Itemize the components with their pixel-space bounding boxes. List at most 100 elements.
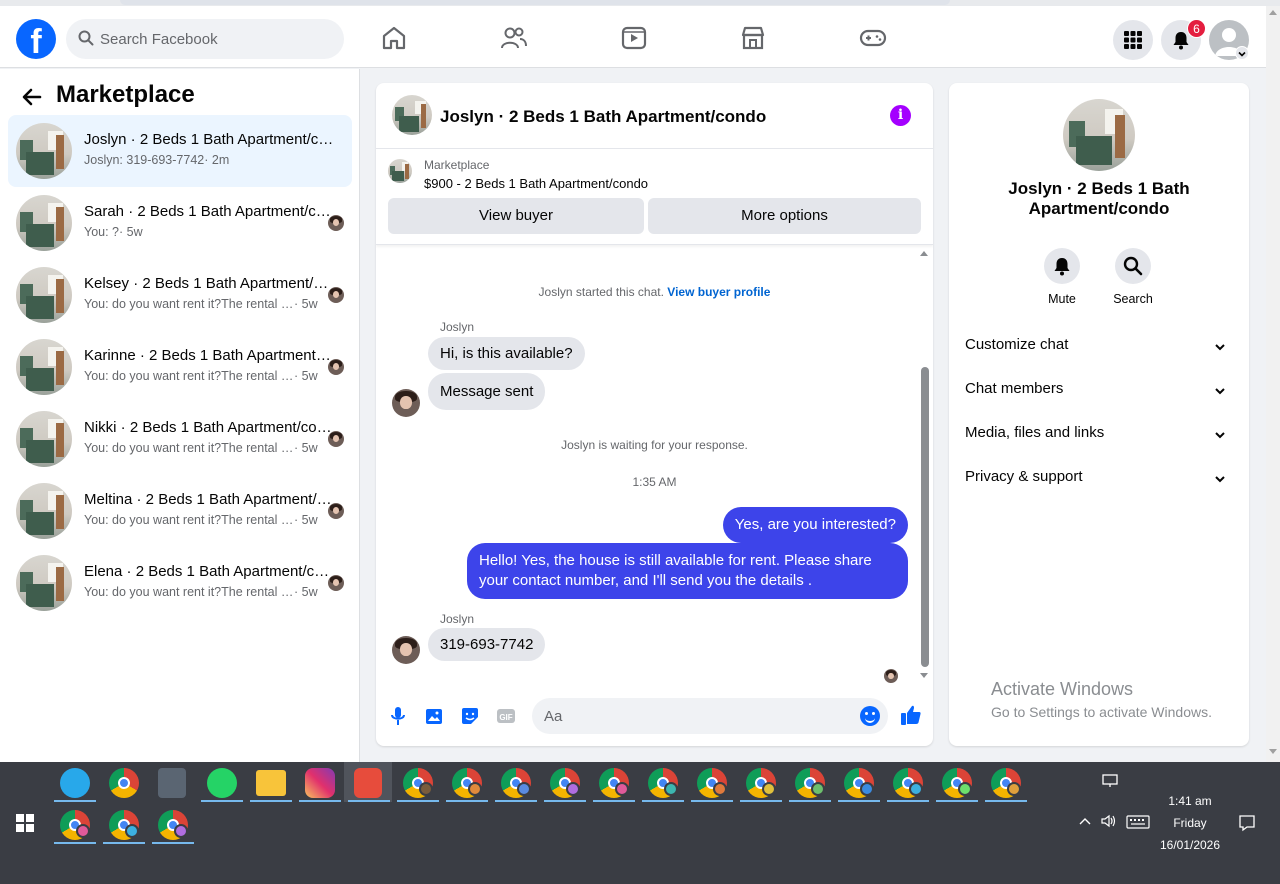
chat-scroll-thumb[interactable] [921, 367, 929, 667]
details-section-row[interactable]: Customize chat [965, 336, 1233, 364]
account-chevron-icon[interactable] [1235, 46, 1249, 60]
details-title: Joslyn · 2 Beds 1 Bath Apartment/condo [1008, 179, 1190, 218]
conversation-item[interactable]: Kelsey · 2 Beds 1 Bath Apartment/condo Yo… [8, 259, 352, 331]
snipping-tool-icon[interactable] [354, 768, 382, 798]
message-thread: Joslyn started this chat. View buyer pro… [376, 245, 933, 685]
chrome-profile-icon[interactable] [942, 768, 972, 798]
sender-avatar[interactable] [392, 389, 420, 417]
running-indicator [397, 800, 439, 802]
view-buyer-profile-link[interactable]: View buyer profile [667, 285, 770, 299]
listing-price[interactable]: $900 - 2 Beds 1 Bath Apartment/condo [424, 176, 648, 191]
chrome-profile-icon[interactable] [403, 768, 433, 798]
outgoing-message[interactable]: Hello! Yes, the house is still available… [467, 543, 908, 599]
mute-action[interactable]: Mute [1027, 248, 1097, 306]
video-icon[interactable] [620, 24, 648, 52]
gif-icon[interactable]: GIF [495, 705, 517, 727]
chrome-profile-icon[interactable] [697, 768, 727, 798]
search-action[interactable]: Search [1098, 248, 1168, 306]
sender-avatar[interactable] [392, 636, 420, 664]
chat-scroll-down-arrow[interactable] [920, 673, 928, 678]
file-explorer-icon[interactable] [256, 770, 286, 796]
keyboard-icon[interactable] [1126, 815, 1150, 829]
menu-button[interactable] [1113, 20, 1153, 60]
clock-date[interactable]: 16/01/2026 [1150, 838, 1230, 852]
snippet-text: You: ? [84, 225, 119, 239]
incoming-message[interactable]: Hi, is this available? [428, 337, 585, 370]
emoji-icon[interactable] [860, 706, 880, 726]
running-indicator [201, 800, 243, 802]
snippet-time: · 2m [204, 153, 230, 167]
details-section-row[interactable]: Media, files and links [965, 424, 1233, 452]
search-input[interactable] [100, 19, 330, 59]
conversation-item[interactable]: Elena · 2 Beds 1 Bath Apartment/condo You… [8, 547, 352, 619]
incoming-message[interactable]: 319-693-7742 [428, 628, 546, 661]
chrome-icon[interactable] [109, 768, 139, 798]
chrome-profile-icon[interactable] [795, 768, 825, 798]
windows-start-icon[interactable] [16, 814, 34, 832]
incoming-message[interactable]: Message sent [428, 373, 546, 410]
friends-icon[interactable] [500, 24, 528, 52]
network-icon[interactable] [1102, 774, 1118, 788]
clock-day[interactable]: Friday [1150, 816, 1230, 830]
chrome-profile-icon[interactable] [844, 768, 874, 798]
details-section-row[interactable]: Privacy & support [965, 468, 1233, 496]
conversation-item[interactable]: Joslyn · 2 Beds 1 Bath Apartment/condo Jo… [8, 115, 352, 187]
conversation-item[interactable]: Sarah · 2 Beds 1 Bath Apartment/condo You… [8, 187, 352, 259]
chrome-profile-icon[interactable] [893, 768, 923, 798]
conversation-snippet: You: do you want rent it?The rental is a… [84, 369, 340, 383]
home-icon[interactable] [380, 24, 408, 52]
photo-icon[interactable] [423, 705, 445, 727]
listing-large-thumbnail[interactable] [1063, 99, 1135, 171]
volume-icon[interactable] [1100, 814, 1118, 828]
chrome-profile-icon[interactable] [991, 768, 1021, 798]
conversation-item[interactable]: Karinne · 2 Beds 1 Bath Apartment/condo Y… [8, 331, 352, 403]
chrome-profile-icon[interactable] [109, 810, 139, 840]
chat-started-text: Joslyn started this chat. [538, 285, 664, 299]
like-icon[interactable] [899, 703, 923, 727]
chrome-profile-icon[interactable] [550, 768, 580, 798]
instagram-icon[interactable] [305, 768, 335, 798]
more-options-button[interactable]: More options [648, 198, 921, 234]
notification-center-icon[interactable] [1238, 814, 1256, 832]
conversation-item[interactable]: Nikki · 2 Beds 1 Bath Apartment/condo You… [8, 403, 352, 475]
view-buyer-button[interactable]: View buyer [388, 198, 644, 234]
page-scrollbar[interactable] [1266, 6, 1280, 762]
sticker-icon[interactable] [459, 705, 481, 727]
chrome-profile-icon[interactable] [648, 768, 678, 798]
facebook-logo[interactable]: f [16, 19, 56, 61]
conversation-item[interactable]: Meltina · 2 Beds 1 Bath Apartment/condo Y… [8, 475, 352, 547]
tracker-app-icon[interactable] [60, 768, 90, 798]
whatsapp-icon[interactable] [207, 768, 237, 798]
listing-small-thumbnail[interactable] [388, 159, 412, 183]
scroll-down-arrow[interactable] [1269, 749, 1277, 754]
chrome-profile-icon[interactable] [158, 810, 188, 840]
chat-scroll-up-arrow[interactable] [920, 251, 928, 256]
clock-time[interactable]: 1:41 am [1150, 794, 1230, 808]
chrome-profile-icon[interactable] [599, 768, 629, 798]
listing-thumbnail[interactable] [392, 95, 432, 135]
snippet-text: Joslyn: 319-693-7742 [84, 153, 205, 167]
search-icon [1123, 256, 1143, 276]
microphone-icon[interactable] [387, 705, 409, 727]
running-indicator [103, 842, 145, 844]
chrome-profile-icon[interactable] [501, 768, 531, 798]
outgoing-message[interactable]: Yes, are you interested? [722, 507, 908, 543]
details-section-row[interactable]: Chat members [965, 380, 1233, 408]
chat-scrollbar[interactable] [918, 245, 930, 685]
tray-chevron-icon[interactable] [1078, 816, 1092, 826]
back-arrow-icon[interactable] [20, 85, 44, 109]
message-input[interactable] [544, 698, 844, 734]
search-box[interactable] [66, 19, 344, 59]
conversation-name: Sarah · 2 Beds 1 Bath Apartment/condo [84, 203, 334, 220]
chat-title[interactable]: Joslyn · 2 Beds 1 Bath Apartment/condo [440, 107, 766, 127]
scroll-up-arrow[interactable] [1269, 10, 1277, 15]
gaming-icon[interactable] [859, 24, 887, 52]
chrome-profile-icon[interactable] [746, 768, 776, 798]
message-field[interactable] [532, 698, 888, 734]
chrome-profile-icon[interactable] [60, 810, 90, 840]
chevron-down-icon [1215, 388, 1225, 395]
calculator-icon[interactable] [158, 768, 186, 798]
chrome-profile-icon[interactable] [452, 768, 482, 798]
marketplace-icon[interactable] [739, 24, 767, 52]
info-icon[interactable]: i [890, 105, 911, 126]
